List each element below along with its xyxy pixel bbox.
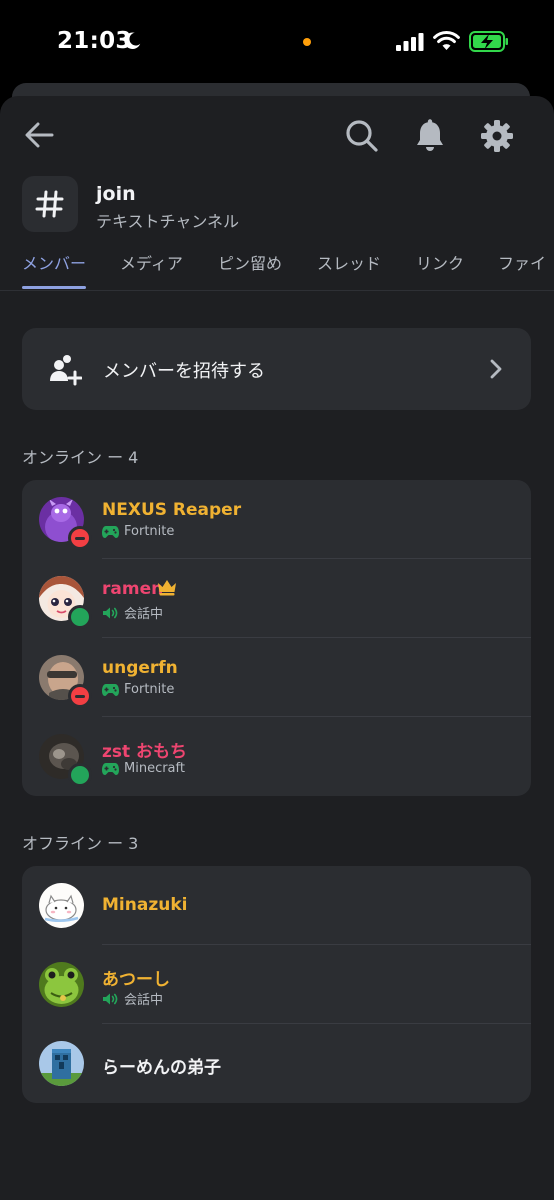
avatar <box>39 883 84 928</box>
channel-tabs: メンバー メディア ピン留め スレッド リンク ファイ <box>0 246 554 291</box>
online-section-header: オンライン ー 4 <box>22 448 139 467</box>
member-activity: Fortnite <box>102 682 174 697</box>
gamepad-icon <box>102 762 119 775</box>
activity-text: Fortnite <box>124 524 175 539</box>
member-name: Minazuki <box>102 895 188 915</box>
member-name: ungerfn <box>102 658 178 678</box>
activity-text: Minecraft <box>124 761 185 776</box>
dnd-status-icon <box>68 526 92 550</box>
avatar <box>39 1041 84 1086</box>
activity-text: Fortnite <box>124 682 175 697</box>
gear-icon[interactable] <box>479 118 515 154</box>
active-tab-indicator <box>22 286 86 289</box>
member-row-zst-omochi[interactable]: zst おもち Minecraft <box>22 717 531 796</box>
bell-icon[interactable] <box>412 118 448 154</box>
back-arrow-icon[interactable] <box>22 118 56 152</box>
member-name: らーめんの弟子 <box>102 1058 221 1078</box>
add-member-icon <box>50 355 82 386</box>
member-name: NEXUS Reaper <box>102 500 242 520</box>
privacy-indicator-dot <box>303 38 311 46</box>
activity-text: 会話中 <box>124 607 164 622</box>
status-bar: 21:03 <box>0 0 554 84</box>
battery-charging-icon <box>469 31 508 52</box>
chevron-right-icon <box>490 359 502 379</box>
online-members-list: NEXUS Reaper Fortnite ramen 会話中 ungerfn … <box>22 480 531 796</box>
invite-members-label: メンバーを招待する <box>103 361 265 382</box>
tab-links[interactable]: リンク <box>416 250 464 274</box>
online-status-icon <box>68 763 92 787</box>
speaker-icon <box>103 993 118 1004</box>
speaker-icon <box>103 607 118 618</box>
hashtag-icon <box>35 190 64 218</box>
cellular-signal-icon <box>396 33 424 51</box>
activity-text: 会話中 <box>124 993 164 1008</box>
online-status-icon <box>68 605 92 629</box>
dnd-status-icon <box>68 684 92 708</box>
member-row-nexus-reaper[interactable]: NEXUS Reaper Fortnite <box>22 480 531 559</box>
search-icon[interactable] <box>344 118 380 154</box>
member-activity: Minecraft <box>102 761 185 776</box>
tab-members[interactable]: メンバー <box>22 250 86 274</box>
member-activity: Fortnite <box>102 524 174 539</box>
wifi-icon <box>433 31 460 50</box>
channel-name: join <box>96 183 136 205</box>
invite-members-button[interactable]: メンバーを招待する <box>22 328 531 410</box>
member-row-minazuki[interactable]: Minazuki <box>22 866 531 945</box>
gamepad-icon <box>102 525 119 538</box>
avatar <box>39 962 84 1007</box>
channel-type-label: テキストチャンネル <box>96 212 240 231</box>
moon-icon <box>124 32 141 49</box>
member-name: zst おもち <box>102 742 188 762</box>
channel-hash-tile <box>22 176 78 232</box>
member-row-ramen-no-deshi[interactable]: らーめんの弟子 <box>22 1024 531 1103</box>
member-name: ramen <box>102 579 164 599</box>
offline-members-list: Minazuki あつーし 会話中 らーめんの弟子 <box>22 866 531 1103</box>
member-row-ramen[interactable]: ramen 会話中 <box>22 559 531 638</box>
tab-threads[interactable]: スレッド <box>317 250 381 274</box>
tab-pins[interactable]: ピン留め <box>218 250 282 274</box>
gamepad-icon <box>102 683 119 696</box>
member-activity: 会話中 <box>102 603 163 622</box>
tab-files[interactable]: ファイ <box>498 250 546 274</box>
member-name: あつーし <box>102 970 170 990</box>
crown-icon <box>158 580 176 596</box>
member-row-atsushi[interactable]: あつーし 会話中 <box>22 945 531 1024</box>
member-activity: 会話中 <box>102 989 163 1008</box>
tab-media[interactable]: メディア <box>120 250 183 274</box>
member-row-ungerfn[interactable]: ungerfn Fortnite <box>22 638 531 717</box>
offline-section-header: オフライン ー 3 <box>22 834 139 853</box>
tab-divider <box>0 290 554 291</box>
